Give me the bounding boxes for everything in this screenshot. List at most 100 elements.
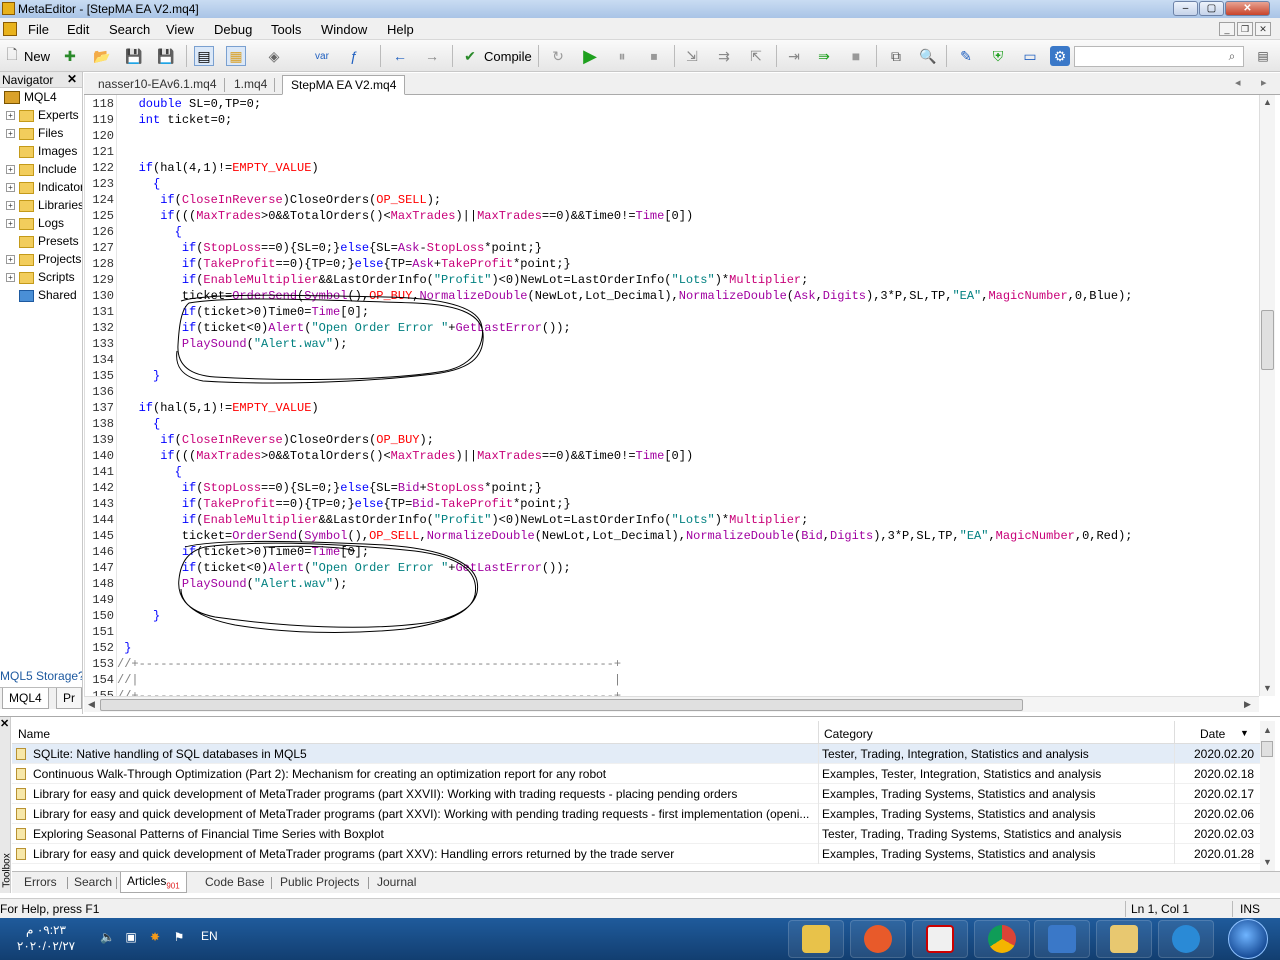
- new-button-label[interactable]: New: [24, 49, 50, 64]
- doc-tab-nasser[interactable]: nasser10-EAv6.1.mq4: [90, 75, 225, 95]
- expand-plus-icon[interactable]: +: [6, 219, 15, 229]
- menu-debug[interactable]: Debug: [214, 22, 252, 37]
- articles-scroll-down-icon[interactable]: ▼: [1263, 857, 1272, 867]
- code-line[interactable]: if(ticket>0)Time0=Time[0];: [117, 305, 369, 319]
- doc-tab-stepma[interactable]: StepMA EA V2.mq4: [282, 75, 406, 95]
- article-row[interactable]: Library for easy and quick development o…: [12, 844, 1260, 864]
- column-name-header[interactable]: Name: [18, 727, 50, 741]
- code-line[interactable]: if(hal(4,1)!=EMPTY_VALUE): [117, 161, 319, 175]
- nav-folder-item[interactable]: + Logs: [6, 216, 64, 234]
- code-line[interactable]: if(hal(5,1)!=EMPTY_VALUE): [117, 401, 319, 415]
- step-into-icon[interactable]: ⇲: [682, 46, 702, 66]
- forward-arrow-icon[interactable]: →: [422, 46, 442, 66]
- nav-root-mql4[interactable]: MQL4: [4, 90, 57, 105]
- articles-scroll-thumb[interactable]: [1261, 741, 1273, 757]
- expand-plus-icon[interactable]: +: [6, 273, 15, 283]
- scroll-down-arrow-icon[interactable]: ▼: [1263, 683, 1272, 693]
- code-line[interactable]: if(TakeProfit==0){TP=0;}else{TP=Bid-Take…: [117, 497, 571, 511]
- code-line[interactable]: //+-------------------------------------…: [117, 689, 621, 696]
- new-file-icon[interactable]: 🗋: [2, 46, 22, 66]
- nav-folder-item[interactable]: Shared: [6, 288, 77, 306]
- menu-edit[interactable]: Edit: [67, 22, 89, 37]
- code-editor[interactable]: 118 119 120 121 122 123 124 125 126 127 128 129 130 1…: [84, 95, 1259, 696]
- scroll-left-arrow-icon[interactable]: ◀: [88, 699, 95, 710]
- code-line[interactable]: }: [117, 609, 160, 623]
- editor-horizontal-scrollbar[interactable]: ◀ ▶: [84, 696, 1259, 712]
- code-line[interactable]: if(ticket<0)Alert("Open Order Error "+Ge…: [117, 321, 571, 335]
- mql5-community-icon[interactable]: ⛨: [988, 46, 1008, 66]
- scroll-right-arrow-icon[interactable]: ▶: [1244, 699, 1251, 710]
- close-button[interactable]: ✕: [1225, 1, 1270, 16]
- tab-articles[interactable]: Articles901: [120, 872, 187, 893]
- taskbar-chrome-button[interactable]: [974, 920, 1030, 958]
- code-line[interactable]: {: [117, 465, 182, 479]
- compile-check-icon[interactable]: ✔: [460, 46, 480, 66]
- code-line[interactable]: {: [117, 177, 160, 191]
- styler-icon[interactable]: ◈: [264, 46, 284, 66]
- nav-tab-projects[interactable]: Pr: [56, 688, 82, 709]
- editor-vertical-scrollbar[interactable]: ▲ ▼: [1259, 95, 1275, 696]
- taskbar-explorer-button[interactable]: [1096, 920, 1152, 958]
- stop-profile-icon[interactable]: ■: [846, 46, 866, 66]
- nav-folder-item[interactable]: + Files: [6, 126, 63, 144]
- tabs-right-arrow-icon[interactable]: ▸: [1261, 76, 1267, 89]
- nav-folder-item[interactable]: + Projects: [6, 252, 81, 270]
- mdi-close-button[interactable]: ✕: [1255, 22, 1271, 36]
- code-line[interactable]: PlaySound("Alert.wav");: [117, 337, 348, 351]
- compile-button-label[interactable]: Compile: [484, 49, 532, 64]
- articles-scrollbar[interactable]: ▲ ▼: [1260, 721, 1275, 871]
- menu-help[interactable]: Help: [387, 22, 414, 37]
- menu-file[interactable]: File: [28, 22, 49, 37]
- code-line[interactable]: if(((MaxTrades>0&&TotalOrders()<MaxTrade…: [117, 209, 693, 223]
- expand-plus-icon[interactable]: +: [6, 201, 15, 211]
- minimize-button[interactable]: ‒: [1173, 1, 1198, 16]
- expand-plus-icon[interactable]: +: [6, 129, 15, 139]
- run-profile-icon[interactable]: ⇛: [814, 46, 834, 66]
- nav-folder-item[interactable]: + Experts: [6, 108, 79, 126]
- nav-folder-item[interactable]: + Libraries: [6, 198, 82, 216]
- new-project-icon[interactable]: ✚: [60, 46, 80, 66]
- tabs-left-arrow-icon[interactable]: ◂: [1235, 76, 1241, 89]
- terminal-icon[interactable]: ▭: [1020, 46, 1040, 66]
- expand-plus-icon[interactable]: +: [6, 111, 15, 121]
- menu-view[interactable]: View: [166, 22, 194, 37]
- column-divider[interactable]: [818, 721, 819, 744]
- settings-gear-icon[interactable]: ⚙: [1050, 46, 1070, 66]
- nav-folder-item[interactable]: + Indicators: [6, 180, 82, 198]
- tab-journal[interactable]: Journal: [377, 875, 416, 889]
- copy-icon[interactable]: ⧉: [886, 46, 906, 66]
- code-line[interactable]: {: [117, 225, 182, 239]
- code-line[interactable]: if(EnableMultiplier&&LastOrderInfo("Prof…: [117, 273, 809, 287]
- code-line[interactable]: if(CloseInReverse)CloseOrders(OP_SELL);: [117, 193, 441, 207]
- article-row[interactable]: Exploring Seasonal Patterns of Financial…: [12, 824, 1260, 844]
- search-input[interactable]: [1074, 46, 1244, 67]
- code-line[interactable]: if(((MaxTrades>0&&TotalOrders()<MaxTrade…: [117, 449, 693, 463]
- mdi-restore-button[interactable]: ❐: [1237, 22, 1253, 36]
- doc-tab-1[interactable]: 1.mq4: [226, 75, 276, 95]
- language-indicator[interactable]: EN: [201, 929, 218, 943]
- code-line[interactable]: if(EnableMultiplier&&LastOrderInfo("Prof…: [117, 513, 809, 527]
- menu-search[interactable]: Search: [109, 22, 150, 37]
- restart-icon[interactable]: ↻: [548, 46, 568, 66]
- code-line[interactable]: PlaySound("Alert.wav");: [117, 577, 348, 591]
- code-line[interactable]: if(CloseInReverse)CloseOrders(OP_BUY);: [117, 433, 434, 447]
- code-line[interactable]: if(StopLoss==0){SL=0;}else{SL=Bid+StopLo…: [117, 481, 542, 495]
- document-menu-icon[interactable]: [3, 22, 17, 36]
- tray-app-icon[interactable]: ✸: [148, 930, 162, 944]
- action-center-flag-icon[interactable]: ⚑: [172, 930, 186, 944]
- article-row[interactable]: Library for easy and quick development o…: [12, 804, 1260, 824]
- taskbar-media-button[interactable]: [1034, 920, 1090, 958]
- tab-code-base[interactable]: Code Base: [205, 875, 264, 889]
- volume-icon[interactable]: 🔈: [100, 930, 115, 944]
- code-line[interactable]: ticket=OrderSend(Symbol(),OP_SELL,Normal…: [117, 529, 1133, 543]
- article-row[interactable]: Continuous Walk-Through Optimization (Pa…: [12, 764, 1260, 784]
- column-date-header[interactable]: Date: [1200, 727, 1225, 741]
- expand-plus-icon[interactable]: +: [6, 165, 15, 175]
- code-line[interactable]: //+-------------------------------------…: [117, 657, 621, 671]
- start-button[interactable]: [1228, 919, 1268, 959]
- start-debug-icon[interactable]: ▶: [580, 46, 600, 66]
- code-line[interactable]: if(TakeProfit==0){TP=0;}else{TP=Ask+Take…: [117, 257, 571, 271]
- step-out-icon[interactable]: ⇱: [746, 46, 766, 66]
- sort-desc-icon[interactable]: ▼: [1240, 728, 1249, 738]
- taskbar-metaeditor-button[interactable]: [788, 920, 844, 958]
